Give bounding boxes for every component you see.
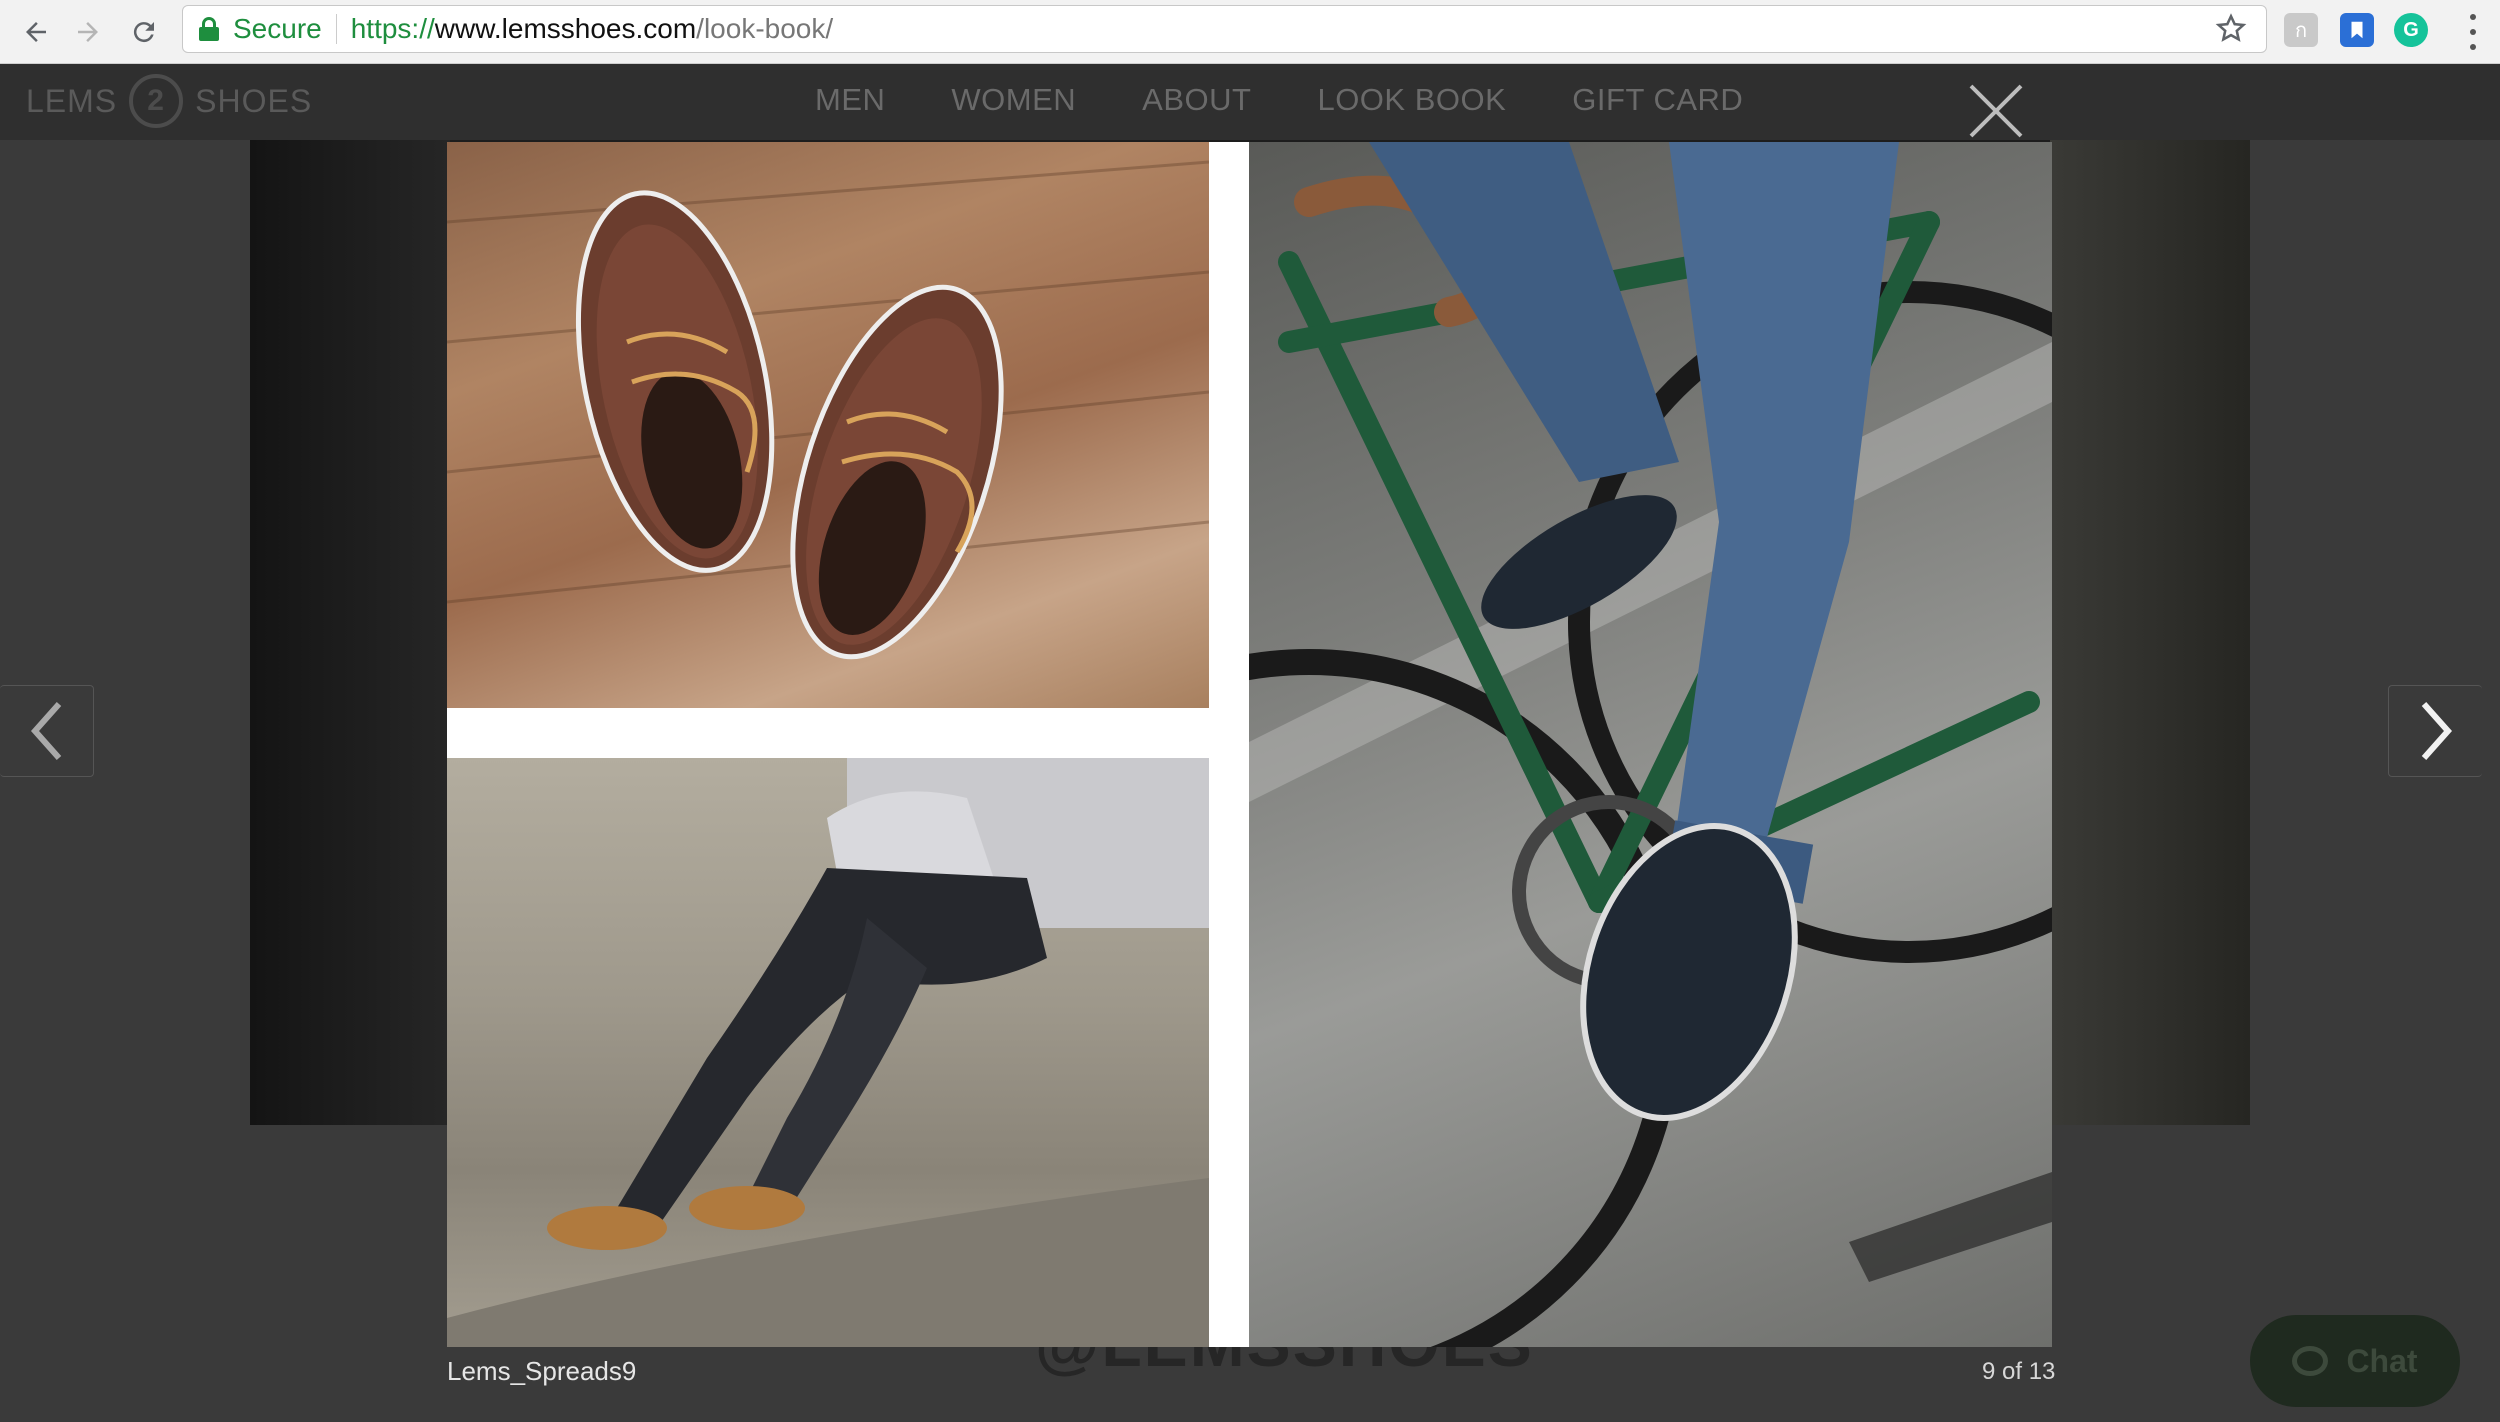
back-arrow-icon xyxy=(26,22,46,42)
sitting-illustration xyxy=(447,758,1209,1347)
site-header: LEMS 2 SHOES MEN WOMEN ABOUT LOOK BOOK G… xyxy=(0,64,2500,140)
background-slide-right xyxy=(2050,140,2250,1125)
next-button[interactable] xyxy=(2388,685,2482,777)
forward-button[interactable] xyxy=(66,10,110,54)
nav-women[interactable]: WOMEN xyxy=(951,82,1076,118)
logo-mark-icon: 2 xyxy=(129,74,184,128)
chat-label: Chat xyxy=(2346,1342,2418,1379)
site-nav: MEN WOMEN ABOUT LOOK BOOK GIFT CARD xyxy=(815,82,1809,118)
logo-text-right: SHOES xyxy=(195,82,313,119)
address-separator xyxy=(335,14,337,44)
image-caption: Lems_Spreads9 xyxy=(447,1356,637,1386)
bookmark-extension-icon[interactable] xyxy=(2340,13,2374,47)
background-slide-left xyxy=(250,140,450,1125)
photo-shoes-on-wood xyxy=(447,142,1210,708)
secure-label: Secure xyxy=(233,13,322,44)
photo-woman-sitting xyxy=(447,758,1209,1347)
image-counter: 9 of 13 xyxy=(1982,1358,2056,1385)
address-bar[interactable]: Secure https:// www.lemsshoes.com /look-… xyxy=(182,5,2267,53)
bookmark-star-icon[interactable] xyxy=(2214,12,2248,46)
url-path: /look-book/ xyxy=(696,13,834,44)
extension-icon-1[interactable]: ก xyxy=(2284,13,2318,47)
nav-gift-card[interactable]: GIFT CARD xyxy=(1572,82,1743,118)
bicycle-illustration xyxy=(936,142,2052,1347)
logo-text-left: LEMS xyxy=(26,82,118,119)
chevron-right-icon xyxy=(2421,702,2452,760)
url-scheme: https:// xyxy=(350,13,435,44)
site-logo[interactable]: LEMS 2 SHOES xyxy=(26,74,312,128)
forward-arrow-icon xyxy=(78,22,98,42)
browser-menu-icon[interactable] xyxy=(2468,14,2478,50)
lightbox-image xyxy=(447,142,2052,1347)
reload-icon xyxy=(133,22,154,43)
extension-glyph-icon: ก xyxy=(2294,20,2308,42)
grammarly-icon[interactable]: G xyxy=(2394,13,2428,47)
nav-men[interactable]: MEN xyxy=(815,82,885,118)
browser-toolbar: Secure https:// www.lemsshoes.com /look-… xyxy=(0,0,2500,64)
chevron-left-icon xyxy=(30,702,61,760)
reload-button[interactable] xyxy=(122,10,166,54)
bookmark-ribbon-icon xyxy=(2351,21,2363,39)
close-icon[interactable] xyxy=(1965,80,2027,142)
nav-look-book[interactable]: LOOK BOOK xyxy=(1317,82,1506,118)
grammarly-g-icon: G xyxy=(2403,18,2419,41)
chat-button[interactable]: Chat xyxy=(2250,1315,2460,1407)
chat-bubble-icon xyxy=(2292,1346,2329,1376)
shoes-illustration xyxy=(447,160,1210,660)
url-host: www.lemsshoes.com xyxy=(434,13,697,44)
back-button[interactable] xyxy=(14,10,58,54)
previous-button[interactable] xyxy=(0,685,94,777)
nav-about[interactable]: ABOUT xyxy=(1142,82,1251,118)
lock-icon xyxy=(199,17,219,41)
photo-bicycle-rider xyxy=(936,142,2052,1347)
